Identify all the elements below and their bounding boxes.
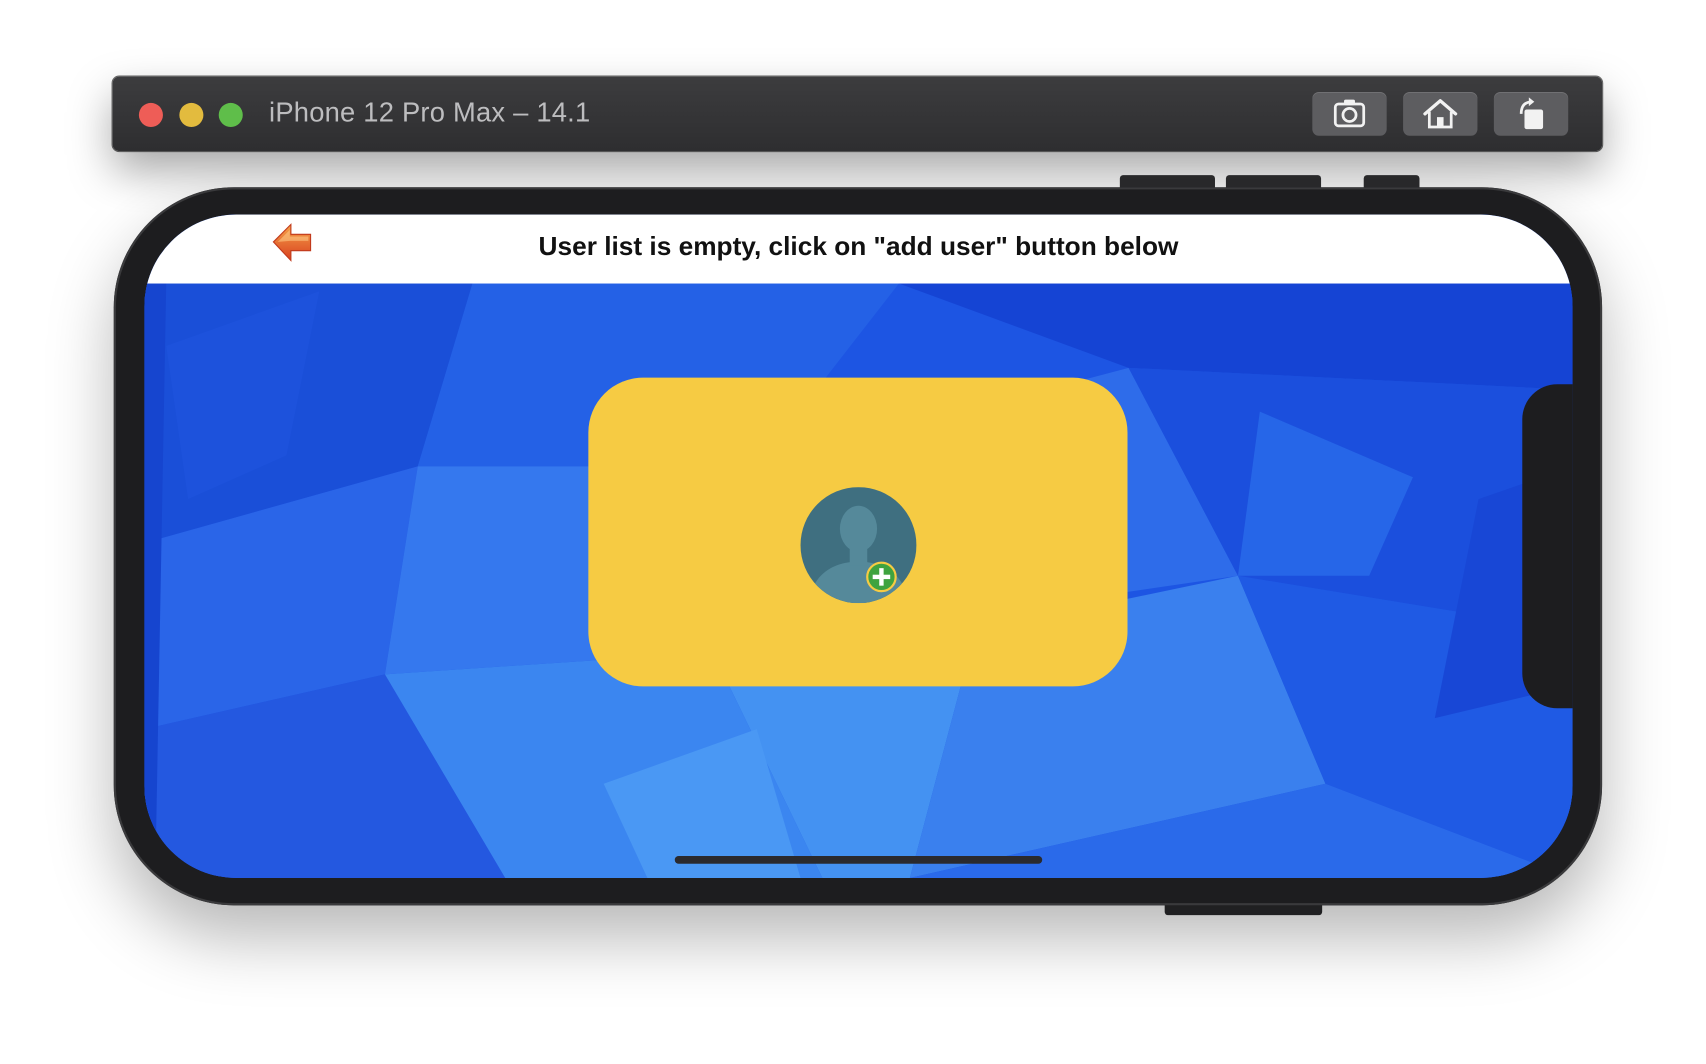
navigation-bar: User list is empty, click on "add user" …: [144, 214, 1573, 284]
home-icon: [1423, 99, 1458, 129]
close-window-button[interactable]: [138, 102, 163, 127]
rotate-button[interactable]: [1493, 91, 1569, 136]
iphone-frame: User list is empty, click on "add user" …: [113, 187, 1603, 906]
zoom-window-button[interactable]: [218, 102, 243, 127]
camera-icon: [1333, 99, 1366, 128]
add-user-icon: [800, 487, 917, 604]
simulator-stage: iPhone 12 Pro Max – 14.1 User list is em…: [0, 0, 1706, 1064]
home-button[interactable]: [1403, 91, 1478, 136]
screenshot-button[interactable]: [1312, 91, 1387, 136]
minimize-window-button[interactable]: [179, 102, 204, 127]
home-indicator[interactable]: [674, 856, 1043, 864]
add-user-button[interactable]: [588, 377, 1128, 687]
empty-list-message: User list is empty, click on "add user" …: [538, 232, 1179, 262]
simulator-title-bar: iPhone 12 Pro Max – 14.1: [112, 76, 1603, 152]
rotate-icon: [1519, 97, 1544, 130]
sensor-notch: [1522, 384, 1573, 709]
window-title: iPhone 12 Pro Max – 14.1: [269, 97, 591, 129]
device-screen: User list is empty, click on "add user" …: [144, 214, 1573, 878]
